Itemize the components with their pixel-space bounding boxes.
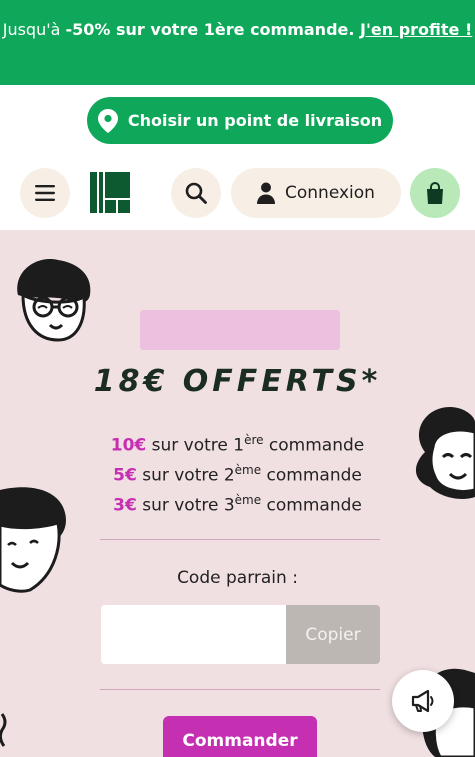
offer-line: 3€ sur votre 3ème commande <box>0 485 475 516</box>
offer-tail: commande <box>263 435 365 456</box>
location-pin-icon <box>97 108 118 133</box>
offer-amount: 10€ <box>110 435 147 456</box>
promo-lead: Jusqu'à <box>2 20 66 39</box>
offer-text: sur votre 1 <box>146 435 245 456</box>
offer-ordinal: ème <box>234 463 262 477</box>
search-button[interactable] <box>171 168 221 218</box>
offer-list: 10€ sur votre 1ère commande 5€ sur votre… <box>0 425 475 516</box>
offer-ordinal: ère <box>244 433 264 447</box>
offer-amount: 5€ <box>113 465 137 486</box>
offer-title: 18€ OFFERTS* <box>93 364 382 399</box>
referral-code-field[interactable] <box>101 605 286 664</box>
offer-text: sur votre 3 <box>136 495 235 516</box>
offer-tail: commande <box>261 495 362 516</box>
divider <box>100 689 380 690</box>
choose-delivery-point-button[interactable]: Choisir un point de livraison <box>87 97 393 144</box>
logo[interactable] <box>90 172 130 213</box>
order-button[interactable]: Commander <box>163 716 317 757</box>
offer-tail: commande <box>261 465 362 486</box>
copy-button[interactable]: Copier <box>286 605 380 664</box>
divider <box>100 539 380 540</box>
feedback-button[interactable] <box>392 670 454 732</box>
promo-link[interactable]: J'en profite ! <box>360 20 472 39</box>
offer-text: sur votre 2 <box>136 465 235 486</box>
bag-icon <box>427 182 443 204</box>
offer-ordinal: ème <box>234 493 262 507</box>
doodle-squiggle <box>0 713 7 747</box>
referral-code-label: Code parrain : <box>177 568 298 588</box>
login-button[interactable]: Connexion <box>231 168 401 218</box>
menu-button[interactable] <box>20 168 70 218</box>
search-icon <box>185 182 207 204</box>
promo-banner: Jusqu'à -50% sur votre 1ère commande. J'… <box>0 0 475 85</box>
menu-icon <box>35 185 55 201</box>
promo-highlight: -50% sur votre 1ère commande. <box>65 20 355 39</box>
megaphone-icon <box>411 689 434 713</box>
site-header: Choisir un point de livraison Connexion <box>0 85 475 230</box>
user-icon <box>257 182 276 204</box>
doodle-face-glasses <box>17 259 91 342</box>
referral-section: 18€ OFFERTS* 10€ sur votre 1ère commande… <box>0 230 475 757</box>
delivery-label: Choisir un point de livraison <box>127 111 383 130</box>
login-label: Connexion <box>285 183 375 203</box>
cart-button[interactable] <box>410 168 460 218</box>
promo-placeholder-banner <box>140 310 340 350</box>
offer-amount: 3€ <box>113 495 137 516</box>
offer-line: 10€ sur votre 1ère commande <box>0 425 475 456</box>
offer-line: 5€ sur votre 2ème commande <box>0 455 475 486</box>
